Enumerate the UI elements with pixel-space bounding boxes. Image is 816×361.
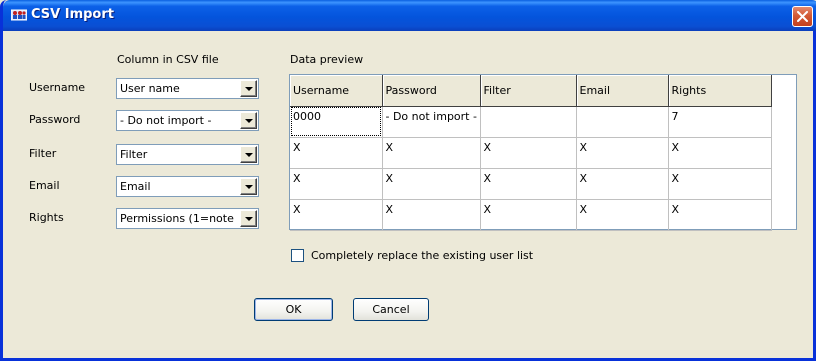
password-label: Password xyxy=(29,113,81,126)
preview-header-row: Username Password Filter Email Rights xyxy=(290,75,772,107)
window-title: CSV Import xyxy=(31,7,114,22)
username-combo-value: User name xyxy=(120,82,180,95)
table-row: 0000 - Do not import - 7 xyxy=(290,106,772,138)
table-cell[interactable]: 7 xyxy=(668,106,772,138)
close-icon xyxy=(797,11,808,22)
email-combo-value: Email xyxy=(120,180,151,193)
close-button[interactable] xyxy=(792,6,813,27)
filter-label: Filter xyxy=(29,147,57,160)
table-cell[interactable] xyxy=(480,106,577,138)
replace-list-label[interactable]: Completely replace the existing user lis… xyxy=(311,249,533,262)
user-group-icon xyxy=(10,8,28,22)
table-row: X X X X X xyxy=(290,137,772,169)
table-cell[interactable]: 0000 xyxy=(290,106,383,138)
table-cell[interactable]: X xyxy=(576,168,669,200)
table-cell[interactable]: X xyxy=(480,168,577,200)
rights-combo[interactable]: Permissions (1=note xyxy=(116,208,259,229)
title-bar[interactable]: CSV Import xyxy=(3,0,816,31)
table-cell[interactable]: X xyxy=(382,199,481,231)
preview-table: Username Password Filter Email Rights 00… xyxy=(290,75,772,231)
column-header-email[interactable]: Email xyxy=(576,75,669,107)
ok-button[interactable]: OK xyxy=(254,298,333,321)
table-row: X X X X X xyxy=(290,168,772,200)
table-cell[interactable]: X xyxy=(480,199,577,231)
password-combo-value: - Do not import - xyxy=(120,114,212,127)
column-in-csv-header: Column in CSV file xyxy=(117,53,219,66)
table-cell[interactable]: X xyxy=(668,137,772,169)
replace-list-checkbox[interactable] xyxy=(291,249,304,262)
username-combo[interactable]: User name xyxy=(116,78,259,99)
data-preview-header: Data preview xyxy=(290,53,364,66)
column-header-filter[interactable]: Filter xyxy=(480,75,577,107)
table-cell[interactable]: X xyxy=(576,199,669,231)
chevron-down-icon[interactable] xyxy=(240,178,257,195)
email-combo[interactable]: Email xyxy=(116,176,259,197)
password-combo[interactable]: - Do not import - xyxy=(116,110,259,131)
chevron-down-icon[interactable] xyxy=(240,146,257,163)
filter-combo-value: Filter xyxy=(120,148,148,161)
table-cell[interactable]: X xyxy=(290,199,383,231)
filter-combo[interactable]: Filter xyxy=(116,144,259,165)
rights-label: Rights xyxy=(29,211,64,224)
table-cell[interactable]: X xyxy=(382,168,481,200)
data-preview-grid[interactable]: Username Password Filter Email Rights 00… xyxy=(289,74,797,231)
chevron-down-icon[interactable] xyxy=(240,80,257,97)
chevron-down-icon[interactable] xyxy=(240,112,257,129)
table-cell[interactable]: X xyxy=(290,137,383,169)
table-cell[interactable]: X xyxy=(668,199,772,231)
table-cell[interactable] xyxy=(576,106,669,138)
cancel-button[interactable]: Cancel xyxy=(353,298,429,321)
column-header-rights[interactable]: Rights xyxy=(668,75,772,107)
table-cell[interactable]: X xyxy=(480,137,577,169)
column-header-password[interactable]: Password xyxy=(382,75,481,107)
table-cell[interactable]: X xyxy=(290,168,383,200)
table-cell[interactable]: X xyxy=(382,137,481,169)
column-header-username[interactable]: Username xyxy=(290,75,383,107)
table-cell[interactable]: X xyxy=(668,168,772,200)
username-label: Username xyxy=(29,81,86,94)
chevron-down-icon[interactable] xyxy=(240,210,257,227)
rights-combo-value: Permissions (1=note xyxy=(120,212,234,225)
table-cell[interactable]: - Do not import - xyxy=(382,106,481,138)
table-row: X X X X X xyxy=(290,199,772,231)
csv-import-dialog: CSV Import Column in CSV file Username U… xyxy=(0,0,816,361)
table-cell[interactable]: X xyxy=(576,137,669,169)
email-label: Email xyxy=(29,179,60,192)
